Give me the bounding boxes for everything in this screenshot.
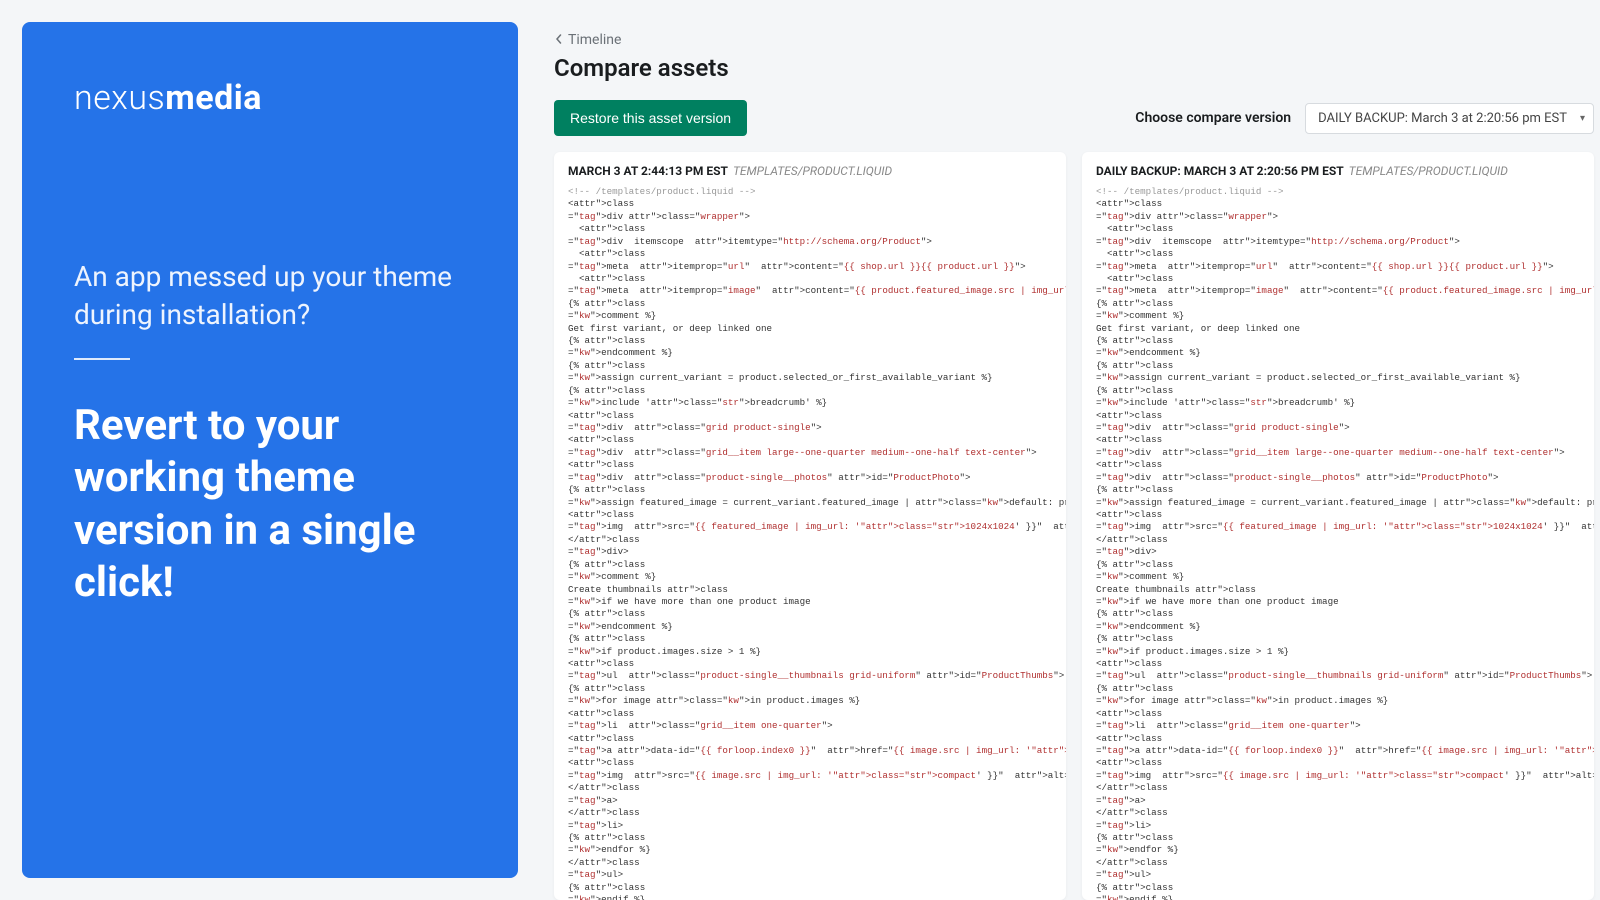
version-select[interactable]: DAILY BACKUP: March 3 at 2:20:56 pm EST [1305, 103, 1594, 134]
pane-timestamp: DAILY BACKUP: MARCH 3 AT 2:20:56 PM EST [1096, 164, 1344, 178]
main-content: Timeline Compare assets Restore this ass… [540, 0, 1600, 900]
pane-timestamp: MARCH 3 AT 2:44:13 PM EST [568, 164, 728, 178]
code-right[interactable]: <!-- /templates/product.liquid --><attr"… [1082, 186, 1594, 900]
brand-suffix: media [165, 78, 262, 118]
brand-prefix: nexus [74, 78, 165, 118]
compare-version-label: Choose compare version [1135, 110, 1291, 126]
pane-path: TEMPLATES/PRODUCT.LIQUID [733, 164, 892, 178]
promo-lead: An app messed up your theme during insta… [74, 258, 466, 334]
chevron-left-icon [554, 32, 564, 48]
promo-headline: Revert to your working theme version in … [74, 400, 466, 610]
breadcrumb-label: Timeline [568, 32, 621, 48]
promo-sidebar: nexusmedia An app messed up your theme d… [0, 0, 540, 900]
diff-pane-left: MARCH 3 AT 2:44:13 PM EST TEMPLATES/PROD… [554, 152, 1066, 900]
page-title: Compare assets [554, 54, 1594, 82]
breadcrumb-back[interactable]: Timeline [554, 32, 1594, 48]
pane-header-right: DAILY BACKUP: MARCH 3 AT 2:20:56 PM EST … [1082, 152, 1594, 186]
divider [74, 358, 130, 360]
promo-card: nexusmedia An app messed up your theme d… [22, 22, 518, 878]
restore-button[interactable]: Restore this asset version [554, 100, 747, 136]
brand-logo: nexusmedia [74, 78, 466, 118]
toolbar: Restore this asset version Choose compar… [554, 100, 1594, 136]
code-left[interactable]: <!-- /templates/product.liquid --><attr"… [554, 186, 1066, 900]
pane-path: TEMPLATES/PRODUCT.LIQUID [1349, 164, 1508, 178]
version-select-value: DAILY BACKUP: March 3 at 2:20:56 pm EST [1318, 111, 1567, 126]
diff-pane-right: DAILY BACKUP: MARCH 3 AT 2:20:56 PM EST … [1082, 152, 1594, 900]
diff-area: MARCH 3 AT 2:44:13 PM EST TEMPLATES/PROD… [554, 152, 1594, 900]
pane-header-left: MARCH 3 AT 2:44:13 PM EST TEMPLATES/PROD… [554, 152, 1066, 186]
